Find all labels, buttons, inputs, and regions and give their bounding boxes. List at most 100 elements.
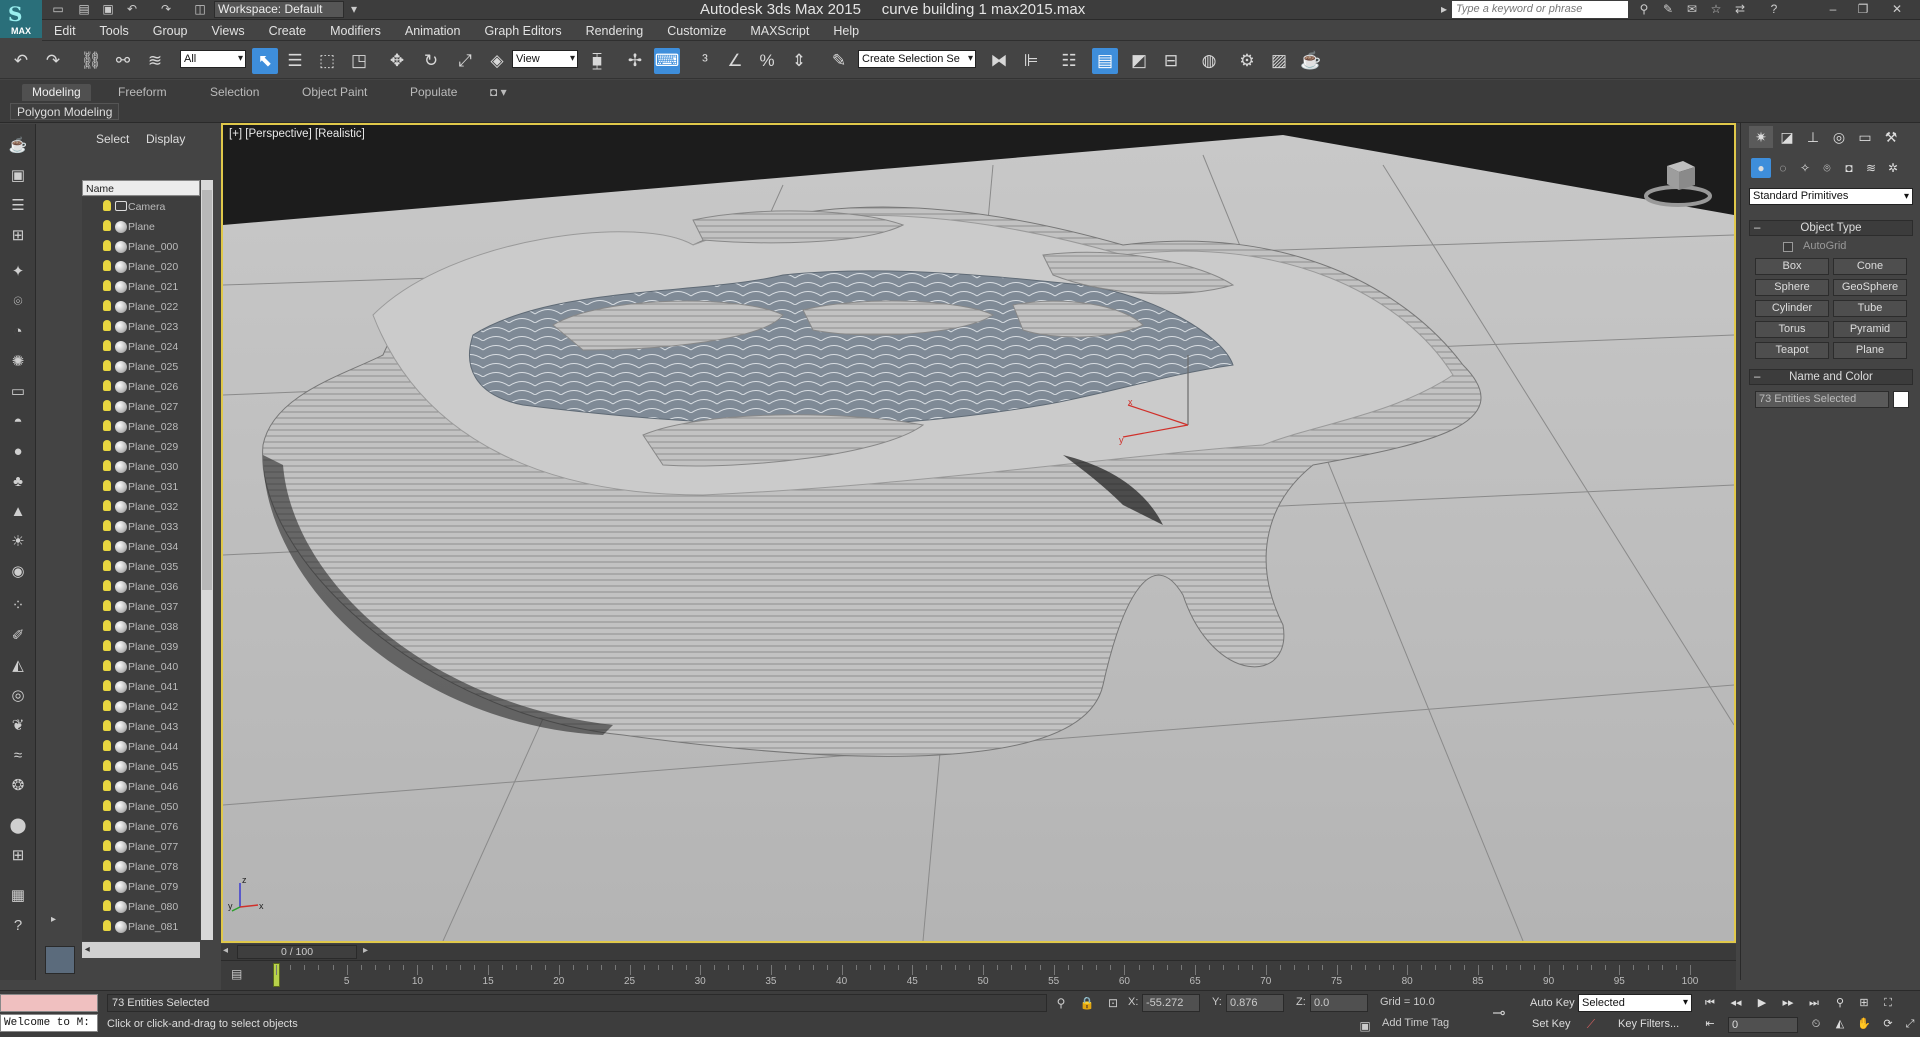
auto-key-button[interactable]: Auto Key xyxy=(1530,994,1575,1012)
quick-access-dropdown-icon[interactable]: ▾ xyxy=(346,2,362,17)
lightbulb-icon[interactable] xyxy=(103,420,111,431)
window-crossing-icon[interactable]: ◳ xyxy=(346,48,372,74)
list-item[interactable]: Plane_025 xyxy=(82,357,200,377)
helpers-icon[interactable]: ◘ xyxy=(1839,158,1859,178)
add-time-tag-icon[interactable]: ▣ xyxy=(1356,1017,1374,1035)
autogrid-checkbox[interactable] xyxy=(1783,242,1793,252)
scene-explorer-toggle-icon[interactable]: ▤ xyxy=(1092,48,1118,74)
lightbulb-icon[interactable] xyxy=(103,920,111,931)
lightbulb-icon[interactable] xyxy=(103,320,111,331)
maxscript-listener-mini[interactable] xyxy=(0,994,98,1012)
menu-group[interactable]: Group xyxy=(141,21,200,40)
selection-lock-icon[interactable]: 🔒 xyxy=(1078,994,1096,1012)
search-input[interactable]: Type a keyword or phrase xyxy=(1452,1,1628,18)
project-folder-icon[interactable]: ◫ xyxy=(192,2,208,17)
percent-snap-icon[interactable]: % xyxy=(754,48,780,74)
list-item[interactable]: Plane_081 xyxy=(82,917,200,937)
lightbulb-icon[interactable] xyxy=(103,720,111,731)
list-item[interactable]: Plane_035 xyxy=(82,557,200,577)
create-tab-icon[interactable]: ✷ xyxy=(1749,126,1773,148)
lightbulb-icon[interactable] xyxy=(103,480,111,491)
list-item[interactable]: Plane_077 xyxy=(82,837,200,857)
ribbon-options-icon[interactable]: ◘ ▾ xyxy=(480,84,517,101)
lightbulb-icon[interactable] xyxy=(103,640,111,651)
lightbulb-icon[interactable] xyxy=(103,440,111,451)
menu-tools[interactable]: Tools xyxy=(88,21,141,40)
list-item[interactable]: Plane xyxy=(82,217,200,237)
lightbulb-icon[interactable]: ✦ xyxy=(6,260,30,284)
lightbulb-icon[interactable] xyxy=(103,240,111,251)
key-filters-button[interactable]: Key Filters... xyxy=(1618,1015,1679,1033)
render-setup-icon[interactable]: ⚙ xyxy=(1234,48,1260,74)
lightbulb-icon[interactable] xyxy=(103,600,111,611)
list-item[interactable]: Plane_032 xyxy=(82,497,200,517)
align-icon[interactable]: ⊫ xyxy=(1018,48,1044,74)
bind-space-warp-icon[interactable]: ≋ xyxy=(142,48,168,74)
globe-icon[interactable]: ◎ xyxy=(6,684,30,708)
list-item[interactable]: Plane_020 xyxy=(82,257,200,277)
time-configuration-icon[interactable]: ⏲ xyxy=(1806,1015,1826,1033)
field-of-view-icon[interactable]: ◭ xyxy=(1830,1015,1850,1033)
help-icon[interactable]: ? xyxy=(1766,2,1782,17)
list-item[interactable]: Plane_042 xyxy=(82,697,200,717)
scale-icon[interactable]: ⤢ xyxy=(452,48,478,74)
plant-icon[interactable]: ❦ xyxy=(6,714,30,738)
viewport-label-menu[interactable]: [+] [Perspective] [Realistic] xyxy=(229,128,365,140)
tab-object-paint[interactable]: Object Paint xyxy=(292,84,377,101)
lightbulb-icon[interactable] xyxy=(103,580,111,591)
prev-frame-arrow-icon[interactable]: ◂ xyxy=(223,945,228,956)
cone-button[interactable]: Cone xyxy=(1833,258,1907,275)
tab-select[interactable]: Select xyxy=(96,132,129,146)
tab-freeform[interactable]: Freeform xyxy=(108,84,177,101)
list-item[interactable]: Plane_036 xyxy=(82,577,200,597)
menu-create[interactable]: Create xyxy=(257,21,319,40)
display-tab-icon[interactable]: ▭ xyxy=(1853,126,1877,148)
lightbulb-icon[interactable] xyxy=(103,820,111,831)
set-key-mode-icon[interactable]: ⊸ xyxy=(1490,1005,1508,1023)
motion-tab-icon[interactable]: ◎ xyxy=(1827,126,1851,148)
curve-editor-icon[interactable]: ◩ xyxy=(1126,48,1152,74)
tree-icon[interactable]: ♣ xyxy=(6,470,30,494)
primitive-category-dropdown[interactable]: Standard Primitives xyxy=(1749,188,1913,205)
list-item[interactable]: Plane_023 xyxy=(82,317,200,337)
lightbulb-icon[interactable] xyxy=(103,340,111,351)
lightbulb-icon[interactable] xyxy=(103,840,111,851)
render-production-icon[interactable]: ☕ xyxy=(1298,48,1324,74)
undo-icon[interactable]: ↶ xyxy=(8,48,34,74)
set-key-icon[interactable]: ⟋ xyxy=(1582,1015,1600,1033)
plane-button[interactable]: Plane xyxy=(1833,342,1907,359)
viewport-layout-icon[interactable] xyxy=(45,946,75,974)
list-item[interactable]: Plane_041 xyxy=(82,677,200,697)
list-item[interactable]: Plane_029 xyxy=(82,437,200,457)
zoom-extents-icon[interactable]: ⛶ xyxy=(1878,994,1898,1012)
redo-icon[interactable]: ↷ xyxy=(158,2,174,17)
layer-explorer-icon[interactable]: ☷ xyxy=(1056,48,1082,74)
scrollbar-thumb[interactable] xyxy=(202,190,212,590)
search-binoculars-icon[interactable]: ⚲ xyxy=(1636,2,1652,17)
tab-populate[interactable]: Populate xyxy=(400,84,467,101)
restore-icon[interactable]: ❐ xyxy=(1848,0,1878,18)
cylinder-button[interactable]: Cylinder xyxy=(1755,300,1829,317)
key-selection-dropdown[interactable]: Selected xyxy=(1578,994,1692,1012)
list-item[interactable]: Plane_022 xyxy=(82,297,200,317)
material-ball-icon[interactable]: ⬤ xyxy=(6,814,30,838)
rotate-icon[interactable]: ↻ xyxy=(418,48,444,74)
list-item[interactable]: Plane_079 xyxy=(82,877,200,897)
list-icon[interactable]: ☰ xyxy=(6,194,30,218)
move-icon[interactable]: ✥ xyxy=(384,48,410,74)
minimize-icon[interactable]: – xyxy=(1818,0,1848,18)
particles-icon[interactable]: ⁘ xyxy=(6,594,30,618)
list-item[interactable]: Plane_031 xyxy=(82,477,200,497)
list-item[interactable]: Camera xyxy=(82,197,200,217)
hierarchy-tab-icon[interactable]: ⊥ xyxy=(1801,126,1825,148)
lightbulb-icon[interactable] xyxy=(103,800,111,811)
list-item[interactable]: Plane_028 xyxy=(82,417,200,437)
object-type-rollout[interactable]: Object Type xyxy=(1749,220,1913,236)
list-item[interactable]: Plane_021 xyxy=(82,277,200,297)
list-item[interactable]: Plane_043 xyxy=(82,717,200,737)
menu-graph-editors[interactable]: Graph Editors xyxy=(472,21,573,40)
shell-icon[interactable]: ❂ xyxy=(6,774,30,798)
orbit-icon[interactable]: ⟳ xyxy=(1878,1015,1898,1033)
sphere-icon[interactable]: ● xyxy=(6,440,30,464)
angle-snap-icon[interactable]: ∠ xyxy=(722,48,748,74)
